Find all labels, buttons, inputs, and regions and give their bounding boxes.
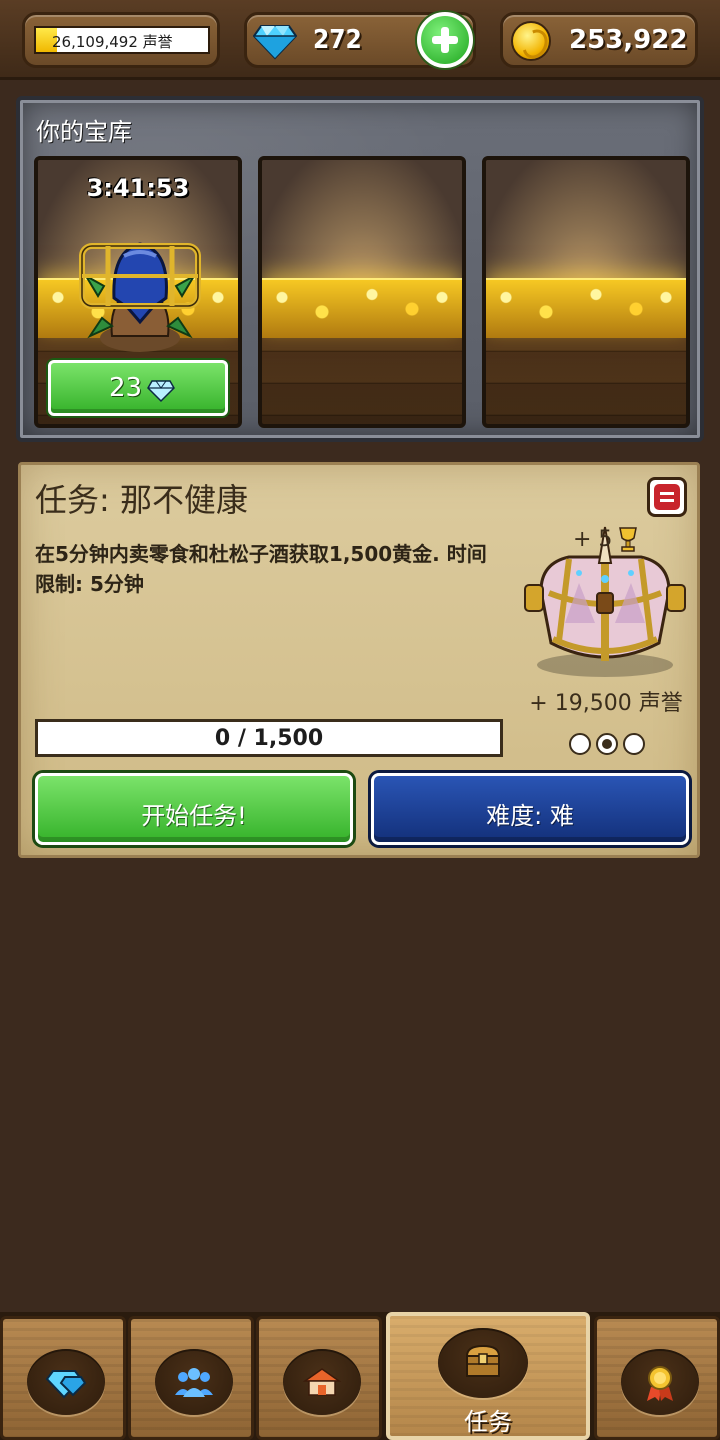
gold-pile — [262, 278, 462, 338]
tab-gems[interactable] — [0, 1316, 126, 1440]
medal-icon — [647, 1366, 673, 1401]
gold-pile — [486, 278, 686, 338]
tab-icon-well — [621, 1349, 699, 1415]
reward-reputation: + 19,500 声誉 — [529, 691, 683, 716]
vault-slot-3[interactable] — [482, 156, 690, 428]
tab-quests-label: 任务 — [464, 1408, 512, 1436]
reputation-pill[interactable]: 26,109,492 声誉 — [22, 12, 220, 68]
start-quest-button[interactable]: 开始任务! — [35, 773, 353, 845]
gem-icon — [253, 25, 297, 60]
speed-up-button[interactable]: 23 — [48, 360, 228, 416]
quest-progress-text: 0 / 1,500 — [214, 726, 324, 751]
chest-timer: 3:41:53 — [86, 174, 190, 202]
difficulty-rating — [569, 733, 645, 755]
tab-icon-well — [438, 1328, 528, 1398]
gem-pill: 272 — [244, 12, 476, 68]
vault-panel: 你的宝库 3:41:53 23 — [16, 96, 704, 442]
quest-panel: 任务: 那不健康 在5分钟内卖零食和杜松子酒获取1,500黄金. 时间限制: 5… — [18, 462, 700, 858]
vault-title: 你的宝库 — [36, 118, 132, 146]
reward-trophy-count: + 5 — [573, 527, 613, 552]
quest-description: 在5分钟内卖零食和杜松子酒获取1,500黄金. 时间限制: 5分钟 — [35, 542, 487, 596]
tab-icon-well — [27, 1349, 105, 1415]
tab-achievements[interactable] — [594, 1316, 720, 1440]
start-quest-label: 开始任务! — [141, 802, 247, 830]
gold-coin-icon — [511, 21, 551, 61]
people-icon — [175, 1368, 213, 1397]
speed-up-cost: 23 — [109, 373, 143, 403]
trophy-icon — [619, 527, 637, 552]
difficulty-circle — [569, 733, 591, 755]
quest-progress-bar: 0 / 1,500 — [35, 719, 503, 757]
vault-slot-1[interactable]: 3:41:53 23 — [34, 156, 242, 428]
difficulty-label: 难度: 难 — [486, 802, 574, 830]
buy-gems-button[interactable] — [417, 12, 473, 68]
tab-icon-well — [155, 1349, 233, 1415]
gem-count: 272 — [313, 25, 362, 55]
difficulty-circle — [623, 733, 645, 755]
tab-staff[interactable] — [128, 1316, 254, 1440]
top-status-bar: 26,109,492 声誉 272 253,922 — [0, 0, 720, 80]
tab-icon-well — [283, 1349, 361, 1415]
gold-pill: 253,922 — [500, 12, 698, 68]
difficulty-button[interactable]: 难度: 难 — [371, 773, 689, 845]
treasure-chest-icon — [465, 1344, 501, 1377]
bottom-navigation: 任务 — [0, 1312, 720, 1440]
locked-chest-character-icon — [79, 242, 201, 352]
reputation-bar: 26,109,492 声誉 — [34, 26, 210, 54]
swap-icon — [654, 484, 680, 510]
reputation-text: 26,109,492 声誉 — [52, 33, 173, 51]
difficulty-circle-marker — [602, 739, 612, 749]
tab-tavern[interactable] — [256, 1316, 382, 1440]
gem-icon — [147, 380, 175, 403]
gold-count: 253,922 — [569, 25, 688, 55]
tab-quests[interactable]: 任务 — [386, 1312, 590, 1440]
gem-icon — [45, 1370, 87, 1399]
quest-title: 任务: 那不健康 — [35, 481, 248, 519]
swap-quest-button[interactable] — [647, 477, 687, 517]
vault-slot-2[interactable] — [258, 156, 466, 428]
tavern-icon — [302, 1368, 342, 1396]
